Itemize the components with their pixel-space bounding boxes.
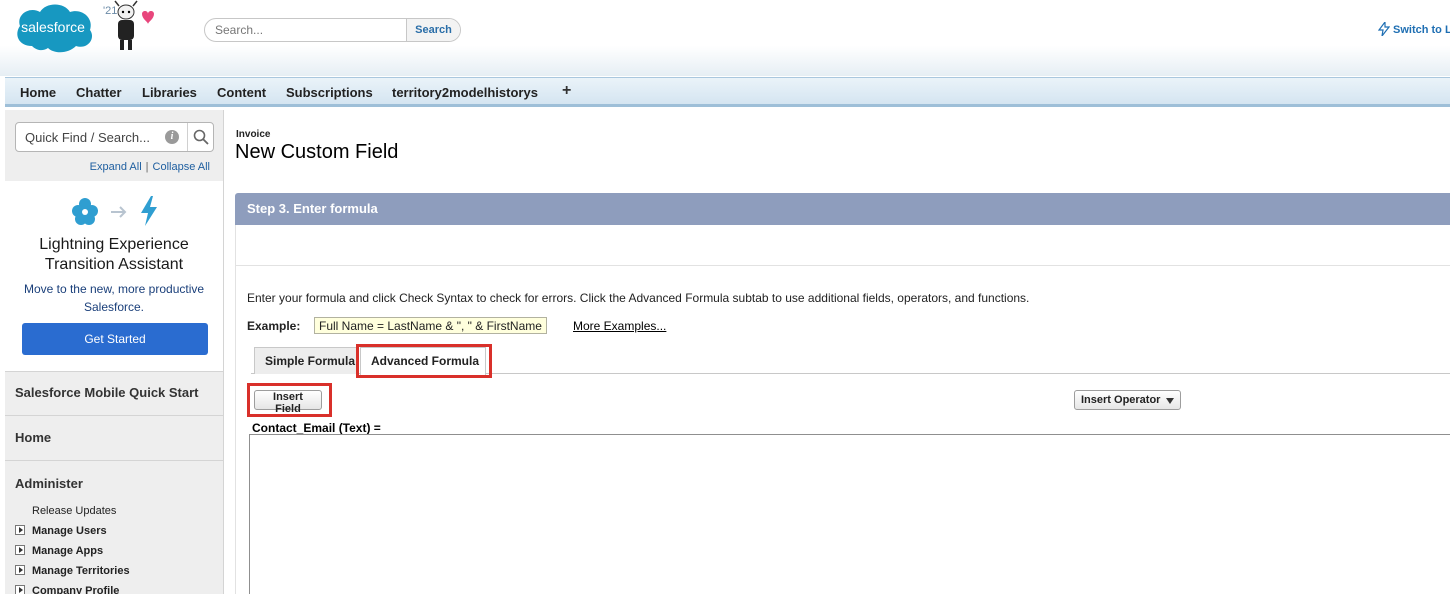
highlight-advanced-tab: [356, 344, 492, 378]
sidebar-item-manage-territories[interactable]: Manage Territories: [15, 565, 130, 577]
step-body: Enter your formula and click Check Synta…: [235, 225, 1450, 594]
link-separator: |: [145, 161, 149, 173]
add-tab-plus-icon[interactable]: +: [562, 82, 571, 100]
salesforce-logo[interactable]: salesforce: [12, 0, 96, 56]
formula-field-label: Contact_Email (Text) =: [252, 421, 381, 435]
get-started-button[interactable]: Get Started: [22, 323, 208, 355]
global-search: Search: [204, 18, 461, 42]
global-search-input[interactable]: [205, 19, 407, 41]
sidebar-item-manage-users[interactable]: Manage Users: [15, 525, 107, 537]
quick-find-box: i: [15, 122, 214, 152]
lightning-bolt-icon: [141, 196, 157, 226]
lx-card-title: Lightning Experience Transition Assistan…: [5, 235, 223, 275]
insert-operator-button[interactable]: Insert Operator: [1074, 390, 1181, 410]
section-divider: [236, 265, 1450, 266]
transition-icons: [72, 196, 157, 226]
formula-instructions: Enter your formula and click Check Synta…: [247, 291, 1030, 305]
setup-sidebar: i Expand All| Collapse All Lightning Expe…: [5, 110, 224, 594]
example-formula: Full Name = LastName & ", " & FirstName: [314, 317, 547, 334]
lx-card-description: Move to the new, more productive Salesfo…: [5, 280, 223, 316]
lx-title-line1: Lightning Experience: [39, 236, 189, 253]
more-examples-link[interactable]: More Examples...: [573, 319, 666, 333]
switch-to-lightning-link[interactable]: Switch to L: [1377, 20, 1450, 37]
goat-mascot-icon: [114, 0, 154, 50]
expand-triangle-icon[interactable]: [15, 585, 25, 594]
sidebar-section-mobile[interactable]: Salesforce Mobile Quick Start: [5, 371, 223, 415]
step-title: Step 3. Enter formula: [247, 201, 378, 216]
lx-title-line2: Transition Assistant: [44, 256, 184, 273]
sidebar-item-company-profile[interactable]: Company Profile: [15, 585, 119, 594]
sidebar-heading-home[interactable]: Home: [15, 430, 51, 445]
info-icon[interactable]: i: [165, 130, 179, 144]
expand-triangle-icon[interactable]: [15, 545, 25, 555]
top-header: salesforce '21 Search Switch to L: [0, 0, 1450, 76]
manage-users-label: Manage Users: [32, 525, 107, 537]
manage-territories-label: Manage Territories: [32, 565, 130, 577]
lightning-bolt-icon: [1377, 20, 1391, 37]
expand-triangle-icon[interactable]: [15, 565, 25, 575]
formula-editor[interactable]: [249, 434, 1450, 594]
quick-find-divider: [187, 123, 188, 151]
manage-apps-label: Manage Apps: [32, 545, 104, 557]
classic-flower-icon: [72, 198, 98, 225]
sidebar-section-administer: Administer Release Updates Manage Users …: [5, 460, 223, 594]
tab-content[interactable]: Content: [217, 85, 266, 100]
dropdown-arrow-icon: [1166, 398, 1174, 404]
lx-desc-line2: Salesforce.: [83, 300, 145, 314]
sidebar-heading-administer[interactable]: Administer: [15, 476, 83, 491]
sidebar-section-home[interactable]: Home: [5, 415, 223, 461]
step-header: Step 3. Enter formula: [235, 193, 1450, 225]
lightning-transition-card: Lightning Experience Transition Assistan…: [5, 181, 223, 371]
lx-desc-line1: Move to the new, more productive: [23, 282, 205, 296]
page-title: New Custom Field: [235, 141, 399, 163]
tab-territory2modelhistorys[interactable]: territory2modelhistorys: [392, 85, 538, 100]
sidebar-item-manage-apps[interactable]: Manage Apps: [15, 545, 103, 557]
sidebar-item-release-updates[interactable]: Release Updates: [32, 505, 116, 517]
highlight-insert-field: [247, 383, 332, 417]
quick-find-input[interactable]: [16, 123, 164, 151]
app-tab-bar: Home Chatter Libraries Content Subscript…: [5, 77, 1450, 107]
collapse-all-link[interactable]: Collapse All: [153, 161, 210, 173]
expand-triangle-icon[interactable]: [15, 525, 25, 535]
company-profile-label: Company Profile: [32, 585, 120, 594]
sidebar-heading-mobile[interactable]: Salesforce Mobile Quick Start: [15, 385, 199, 400]
search-icon[interactable]: [193, 129, 209, 145]
example-label: Example:: [247, 319, 301, 333]
object-label: Invoice: [236, 129, 271, 140]
main-content: Invoice New Custom Field Step 3. Enter f…: [235, 110, 1450, 594]
switch-link-label: Switch to L: [1393, 24, 1450, 36]
tab-subscriptions[interactable]: Subscriptions: [286, 85, 373, 100]
expand-all-link[interactable]: Expand All: [90, 161, 142, 173]
global-search-button[interactable]: Search: [406, 19, 460, 41]
tab-chatter[interactable]: Chatter: [76, 85, 122, 100]
expand-collapse-links: Expand All | Collapse All: [90, 161, 210, 173]
arrow-right-icon: [111, 206, 127, 218]
logo-text: salesforce: [21, 19, 85, 35]
tab-home[interactable]: Home: [20, 85, 56, 100]
tab-libraries[interactable]: Libraries: [142, 85, 197, 100]
tab-simple-formula[interactable]: Simple Formula: [254, 347, 358, 374]
insert-operator-label: Insert Operator: [1081, 394, 1161, 406]
